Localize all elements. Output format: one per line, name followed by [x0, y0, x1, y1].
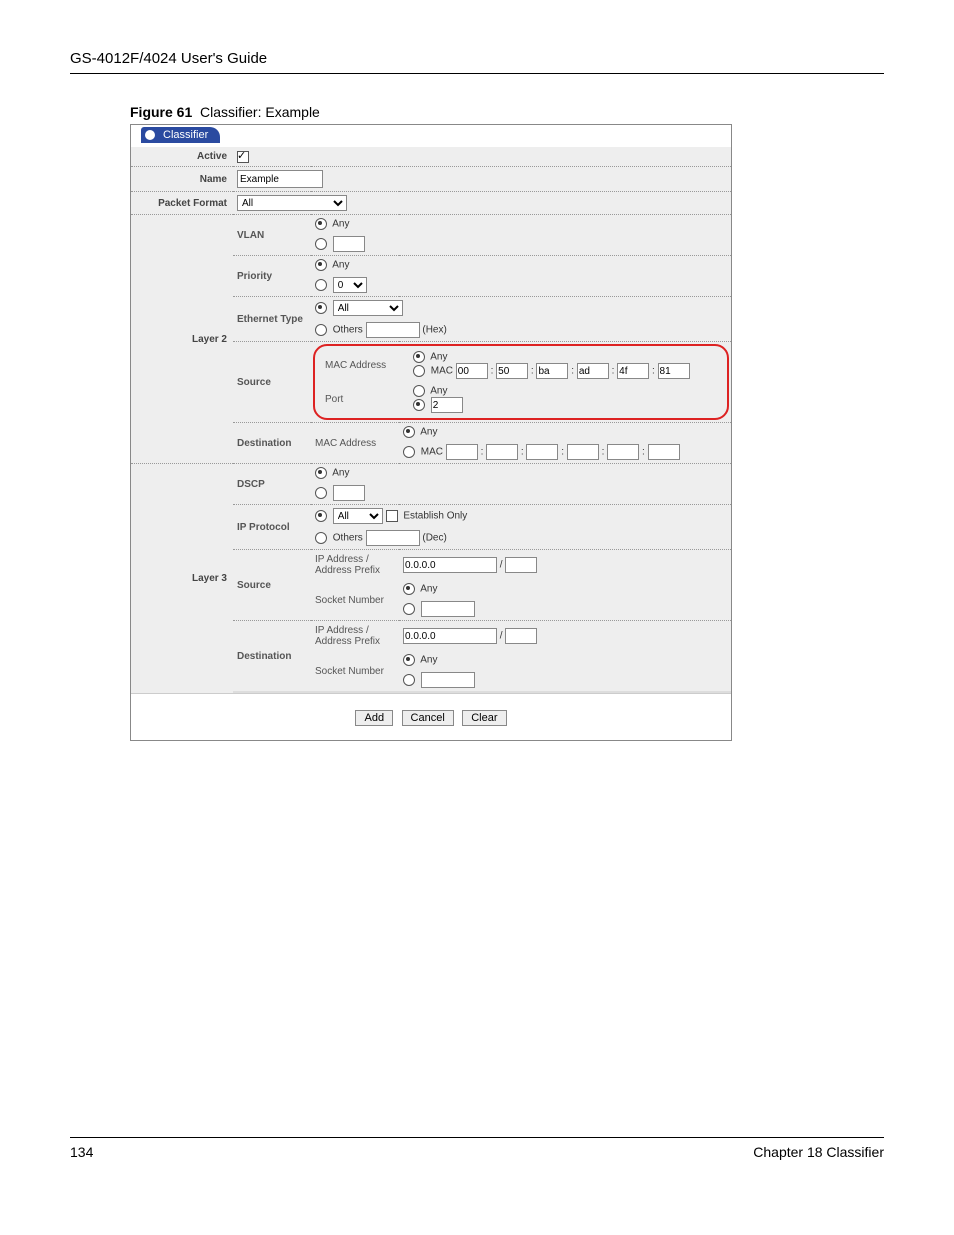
vlan-any-radio[interactable] [315, 218, 327, 230]
ethtype-label: Ethernet Type [233, 297, 311, 342]
src-prefix-input[interactable] [505, 557, 537, 573]
name-input[interactable] [237, 170, 323, 188]
packet-format-select[interactable]: All [237, 195, 347, 211]
tab-classifier[interactable]: Classifier [141, 127, 220, 143]
mac-label: MAC Address [321, 348, 409, 382]
dmac-3[interactable] [567, 444, 599, 460]
dscp-label: DSCP [233, 464, 311, 505]
ethtype-all-radio[interactable] [315, 302, 327, 314]
dst-prefix-input[interactable] [505, 628, 537, 644]
priority-select[interactable]: 0 [333, 277, 367, 293]
vlan-input[interactable] [333, 236, 365, 252]
dst-mac-any-radio[interactable] [403, 426, 415, 438]
dst-ip-input[interactable] [403, 628, 497, 644]
src-ip-input[interactable] [403, 557, 497, 573]
mac-3[interactable] [577, 363, 609, 379]
l3-dest-label: Destination [233, 621, 311, 692]
ethtype-others-radio[interactable] [315, 324, 327, 336]
priority-val-radio[interactable] [315, 279, 327, 291]
dmac-5[interactable] [648, 444, 680, 460]
dscp-any-radio[interactable] [315, 467, 327, 479]
src-ipprefix-label: IP Address / Address Prefix [311, 550, 399, 581]
ipproto-others-radio[interactable] [315, 532, 327, 544]
dst-socket-input[interactable] [421, 672, 475, 688]
source-highlight: MAC Address Any MAC : : : [313, 344, 729, 420]
classifier-panel: Classifier Active Name [130, 124, 732, 741]
l3-source-label: Source [233, 550, 311, 621]
mac-0[interactable] [456, 363, 488, 379]
layer3-label: Layer 3 [131, 464, 233, 694]
src-port-any-radio[interactable] [413, 385, 425, 397]
dmac-2[interactable] [526, 444, 558, 460]
port-label: Port [321, 382, 409, 416]
dst-socket-val-radio[interactable] [403, 674, 415, 686]
button-row: Add Cancel Clear [131, 693, 731, 740]
ipproto-select[interactable]: All [333, 508, 383, 524]
establish-only-checkbox[interactable] [386, 510, 398, 522]
priority-label: Priority [233, 256, 311, 297]
name-label: Name [131, 167, 233, 192]
src-socket-val-radio[interactable] [403, 603, 415, 615]
page-footer: 134 Chapter 18 Classifier [70, 1137, 884, 1160]
add-button[interactable]: Add [355, 710, 393, 726]
dst-mac-val-radio[interactable] [403, 446, 415, 458]
dmac-1[interactable] [486, 444, 518, 460]
mac-2[interactable] [536, 363, 568, 379]
ipproto-others-input[interactable] [366, 530, 420, 546]
mac-1[interactable] [496, 363, 528, 379]
header-rule [70, 73, 884, 74]
ipproto-label: IP Protocol [233, 505, 311, 550]
dst-ipprefix-label: IP Address / Address Prefix [311, 621, 399, 652]
chapter-label: Chapter 18 Classifier [753, 1144, 884, 1160]
mac-4[interactable] [617, 363, 649, 379]
packet-format-label: Packet Format [131, 192, 233, 215]
dst-socket-any-radio[interactable] [403, 654, 415, 666]
doc-header: GS-4012F/4024 User's Guide [70, 50, 884, 67]
l2-source-label: Source [233, 342, 311, 423]
dscp-input[interactable] [333, 485, 365, 501]
dst-socket-label: Socket Number [311, 651, 399, 691]
vlan-any-text: Any [332, 219, 349, 230]
priority-any-radio[interactable] [315, 259, 327, 271]
src-mac-any-radio[interactable] [413, 351, 425, 363]
clear-button[interactable]: Clear [462, 710, 506, 726]
src-socket-label: Socket Number [311, 580, 399, 621]
figure-caption: Figure 61 Classifier: Example [130, 104, 884, 120]
src-mac-val-radio[interactable] [413, 365, 425, 377]
src-socket-any-radio[interactable] [403, 583, 415, 595]
dest-mac-label: MAC Address [311, 423, 399, 464]
tab-bar: Classifier [131, 125, 731, 147]
vlan-label: VLAN [233, 215, 311, 256]
layer2-label: Layer 2 [131, 215, 233, 464]
ethtype-others-input[interactable] [366, 322, 420, 338]
ethtype-select[interactable]: All [333, 300, 403, 316]
src-socket-input[interactable] [421, 601, 475, 617]
dscp-val-radio[interactable] [315, 487, 327, 499]
src-port-val-radio[interactable] [413, 399, 425, 411]
dmac-4[interactable] [607, 444, 639, 460]
cancel-button[interactable]: Cancel [402, 710, 454, 726]
dmac-0[interactable] [446, 444, 478, 460]
ipproto-all-radio[interactable] [315, 510, 327, 522]
vlan-val-radio[interactable] [315, 238, 327, 250]
port-input[interactable] [431, 397, 463, 413]
active-label: Active [131, 147, 233, 167]
page-number: 134 [70, 1144, 93, 1160]
active-checkbox[interactable] [237, 151, 249, 163]
mac-5[interactable] [658, 363, 690, 379]
l2-dest-label: Destination [233, 423, 311, 464]
